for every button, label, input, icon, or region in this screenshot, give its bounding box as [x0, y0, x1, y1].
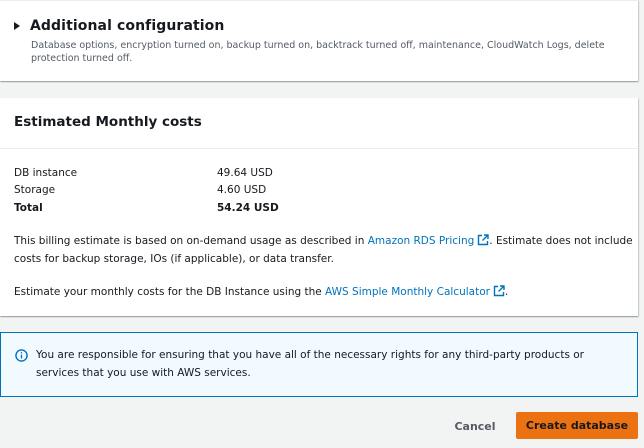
billing-estimate-note: This billing estimate is based on on-dem…	[14, 232, 634, 268]
info-alert: You are responsible for ensuring that yo…	[0, 332, 638, 397]
aws-simple-monthly-calculator-link[interactable]: AWS Simple Monthly Calculator	[325, 285, 505, 298]
cost-label: DB instance	[14, 166, 78, 179]
info-alert-text: You are responsible for ensuring that yo…	[36, 349, 584, 379]
estimated-costs-header: Estimated Monthly costs	[0, 98, 638, 149]
amazon-rds-pricing-link-label: Amazon RDS Pricing	[367, 235, 475, 247]
external-link-icon	[478, 234, 489, 246]
cost-row-storage: Storage 4.60 USD	[14, 182, 279, 200]
cost-row-db-instance: DB instance 49.64 USD	[14, 164, 279, 182]
cost-value: 49.64 USD	[217, 166, 273, 179]
info-icon	[15, 349, 28, 362]
aws-simple-monthly-calculator-link-label: AWS Simple Monthly Calculator	[325, 286, 490, 298]
create-database-button[interactable]: Create database	[516, 412, 638, 439]
additional-configuration-toggle[interactable]: Additional configuration	[14, 18, 224, 34]
calculator-note-prefix: Estimate your monthly costs for the DB I…	[14, 286, 326, 298]
external-link-icon	[493, 285, 505, 297]
amazon-rds-pricing-link[interactable]: Amazon RDS Pricing	[367, 234, 490, 247]
cost-value: 4.60 USD	[217, 184, 267, 197]
cost-table: DB instance 49.64 USD Storage 4.60 USD T…	[14, 164, 279, 217]
additional-configuration-description: Database options, encryption turned on, …	[31, 40, 605, 64]
cost-label: Total	[14, 201, 43, 214]
additional-configuration-panel: Additional configuration Database option…	[0, 0, 638, 81]
estimated-costs-title: Estimated Monthly costs	[14, 114, 202, 130]
cancel-button[interactable]: Cancel	[446, 414, 504, 438]
billing-note-prefix: This billing estimate is based on on-dem…	[14, 235, 368, 247]
cost-row-total: Total 54.24 USD	[14, 199, 279, 217]
estimated-costs-panel: Estimated Monthly costs DB instance 49.6…	[0, 98, 638, 316]
caret-right-icon	[14, 22, 20, 30]
cost-label: Storage	[14, 184, 56, 197]
calculator-note-suffix: .	[504, 286, 509, 298]
cost-value: 54.24 USD	[217, 201, 279, 214]
additional-configuration-title: Additional configuration	[30, 18, 225, 34]
monthly-calculator-note: Estimate your monthly costs for the DB I…	[14, 283, 634, 301]
